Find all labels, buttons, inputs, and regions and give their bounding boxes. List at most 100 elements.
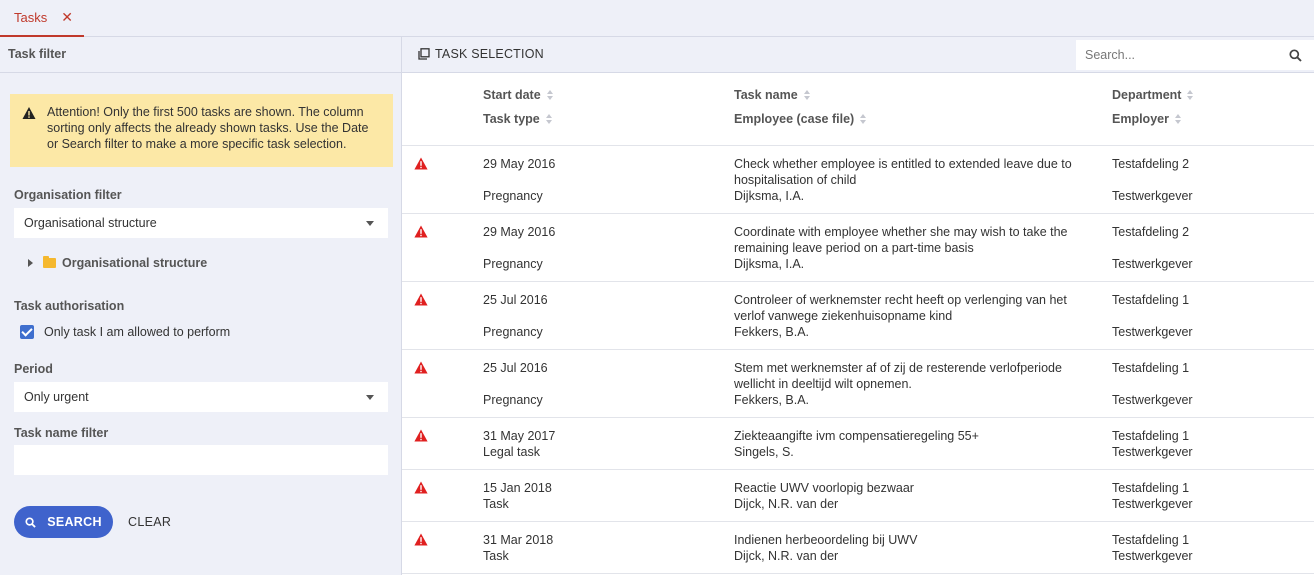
column-label: Task name — [734, 88, 798, 102]
employee-cell: Fekkers, B.A. — [734, 325, 810, 339]
expand-arrow-icon[interactable] — [28, 259, 33, 267]
employer-cell: Testwerkgever — [1112, 445, 1193, 459]
column-label: Employee (case file) — [734, 112, 855, 126]
task-name-cell: Check whether employee is entitled to ex… — [734, 157, 1072, 187]
period-select[interactable]: Only urgent — [14, 382, 388, 412]
employee-cell: Fekkers, B.A. — [734, 393, 810, 407]
start-date-cell: 15 Jan 2018 — [483, 481, 552, 495]
department-cell: Testafdeling 1 — [1112, 293, 1190, 307]
column-label: Task type — [483, 112, 540, 126]
tab-bar: Tasks ✕ — [0, 0, 1314, 37]
sort-icon[interactable] — [803, 90, 810, 100]
start-date-cell: 25 Jul 2016 — [483, 293, 548, 307]
chevron-down-icon — [366, 395, 374, 400]
urgent-warning-icon — [414, 361, 428, 374]
employer-cell: Testwerkgever — [1112, 189, 1193, 203]
checkbox-label: Only task I am allowed to perform — [44, 325, 231, 339]
task-name-cell: Ziekteaangifte ivm compensatieregeling 5… — [734, 429, 979, 443]
task-type-cell: Pregnancy — [483, 257, 543, 271]
column-label: Start date — [483, 88, 541, 102]
tab-label: Tasks — [14, 10, 48, 25]
column-header-department[interactable]: Department — [1112, 88, 1194, 102]
sort-icon[interactable] — [546, 90, 553, 100]
employee-cell: Dijck, N.R. van der — [734, 549, 839, 563]
clear-button[interactable]: CLEAR — [128, 515, 171, 529]
start-date-cell: 29 May 2016 — [483, 225, 556, 239]
tree-node-label: Organisational structure — [62, 256, 208, 270]
task-type-cell: Task — [483, 549, 509, 563]
only-allowed-tasks-row[interactable]: Only task I am allowed to perform — [20, 325, 230, 339]
employer-cell: Testwerkgever — [1112, 549, 1193, 563]
employer-cell: Testwerkgever — [1112, 393, 1193, 407]
department-cell: Testafdeling 1 — [1112, 429, 1190, 443]
task-name-cell: Coordinate with employee whether she may… — [734, 225, 1068, 255]
employer-cell: Testwerkgever — [1112, 497, 1193, 511]
column-label: Employer — [1112, 112, 1169, 126]
urgent-warning-icon — [414, 293, 428, 306]
organisation-filter-label: Organisation filter — [14, 188, 122, 202]
task-type-cell: Legal task — [483, 445, 540, 459]
table-row[interactable]: 15 Jan 2018 Task Reactie UWV voorlopig b… — [402, 470, 1314, 522]
alert-text: Attention! Only the first 500 tasks are … — [47, 105, 369, 151]
employer-cell: Testwerkgever — [1112, 325, 1193, 339]
select-value: Organisational structure — [24, 216, 157, 230]
task-type-cell: Pregnancy — [483, 189, 543, 203]
column-header-employee[interactable]: Employee (case file) — [734, 112, 867, 126]
task-type-cell: Task — [483, 497, 509, 511]
organisation-filter-select[interactable]: Organisational structure — [14, 208, 388, 238]
table-row[interactable]: 25 Jul 2016 Pregnancy Stem met werknemst… — [402, 350, 1314, 418]
urgent-warning-icon — [414, 225, 428, 238]
urgent-warning-icon — [414, 533, 428, 546]
table-row[interactable]: 25 Jul 2016 Pregnancy Controleer of werk… — [402, 282, 1314, 350]
copy-icon — [418, 48, 430, 60]
department-cell: Testafdeling 1 — [1112, 481, 1190, 495]
task-list-toolbar: TASK SELECTION — [402, 37, 1314, 73]
column-header-task-name[interactable]: Task name — [734, 88, 810, 102]
tab-tasks[interactable]: Tasks ✕ — [0, 0, 84, 37]
department-cell: Testafdeling 2 — [1112, 225, 1190, 239]
search-icon — [25, 516, 36, 528]
sort-icon[interactable] — [860, 114, 867, 124]
urgent-warning-icon — [414, 481, 428, 494]
start-date-cell: 31 May 2017 — [483, 429, 556, 443]
search-icon[interactable] — [1289, 48, 1302, 62]
select-value: Only urgent — [24, 390, 89, 404]
search-button[interactable]: SEARCH — [14, 506, 113, 538]
sort-icon[interactable] — [545, 114, 552, 124]
attention-alert: Attention! Only the first 500 tasks are … — [10, 94, 393, 167]
search-input[interactable] — [1076, 41, 1289, 69]
sort-icon[interactable] — [1187, 90, 1194, 100]
sort-icon[interactable] — [1174, 114, 1181, 124]
start-date-cell: 31 Mar 2018 — [483, 533, 554, 547]
panel-title: Task filter — [0, 37, 401, 73]
task-name-cell: Stem met werknemster af of zij de rester… — [734, 361, 1062, 391]
table-row[interactable]: 31 May 2017 Legal task Ziekteaangifte iv… — [402, 418, 1314, 470]
only-allowed-tasks-checkbox[interactable] — [20, 325, 34, 339]
table-row[interactable]: 29 May 2016 Pregnancy Check whether empl… — [402, 146, 1314, 214]
period-label: Period — [14, 362, 53, 376]
close-icon[interactable]: ✕ — [61, 9, 73, 26]
task-name-filter-input[interactable] — [14, 445, 388, 475]
task-name-cell: Controleer of werknemster recht heeft op… — [734, 293, 1067, 323]
column-header-start-date[interactable]: Start date — [483, 88, 553, 102]
department-cell: Testafdeling 2 — [1112, 157, 1190, 171]
folder-icon — [43, 256, 56, 268]
employee-cell: Dijksma, I.A. — [734, 189, 805, 203]
task-search — [1076, 40, 1314, 70]
column-header-task-type[interactable]: Task type — [483, 112, 552, 126]
urgent-warning-icon — [414, 157, 428, 170]
search-button-label: SEARCH — [47, 515, 102, 529]
task-selection-button[interactable]: TASK SELECTION — [418, 47, 544, 61]
employee-cell: Dijck, N.R. van der — [734, 497, 839, 511]
task-list-panel: TASK SELECTION Start date Task type Task… — [402, 37, 1314, 575]
column-header-employer[interactable]: Employer — [1112, 112, 1181, 126]
task-filter-panel: Task filter Attention! Only the first 50… — [0, 37, 402, 575]
employer-cell: Testwerkgever — [1112, 257, 1193, 271]
tree-node-organisational-structure[interactable]: Organisational structure — [28, 256, 207, 270]
task-name-cell: Reactie UWV voorlopig bezwaar — [734, 481, 914, 495]
chevron-down-icon — [366, 221, 374, 226]
department-cell: Testafdeling 1 — [1112, 361, 1190, 375]
table-row[interactable]: 29 May 2016 Pregnancy Coordinate with em… — [402, 214, 1314, 282]
table-row[interactable]: 31 Mar 2018 Task Indienen herbeoordeling… — [402, 522, 1314, 574]
department-cell: Testafdeling 1 — [1112, 533, 1190, 547]
